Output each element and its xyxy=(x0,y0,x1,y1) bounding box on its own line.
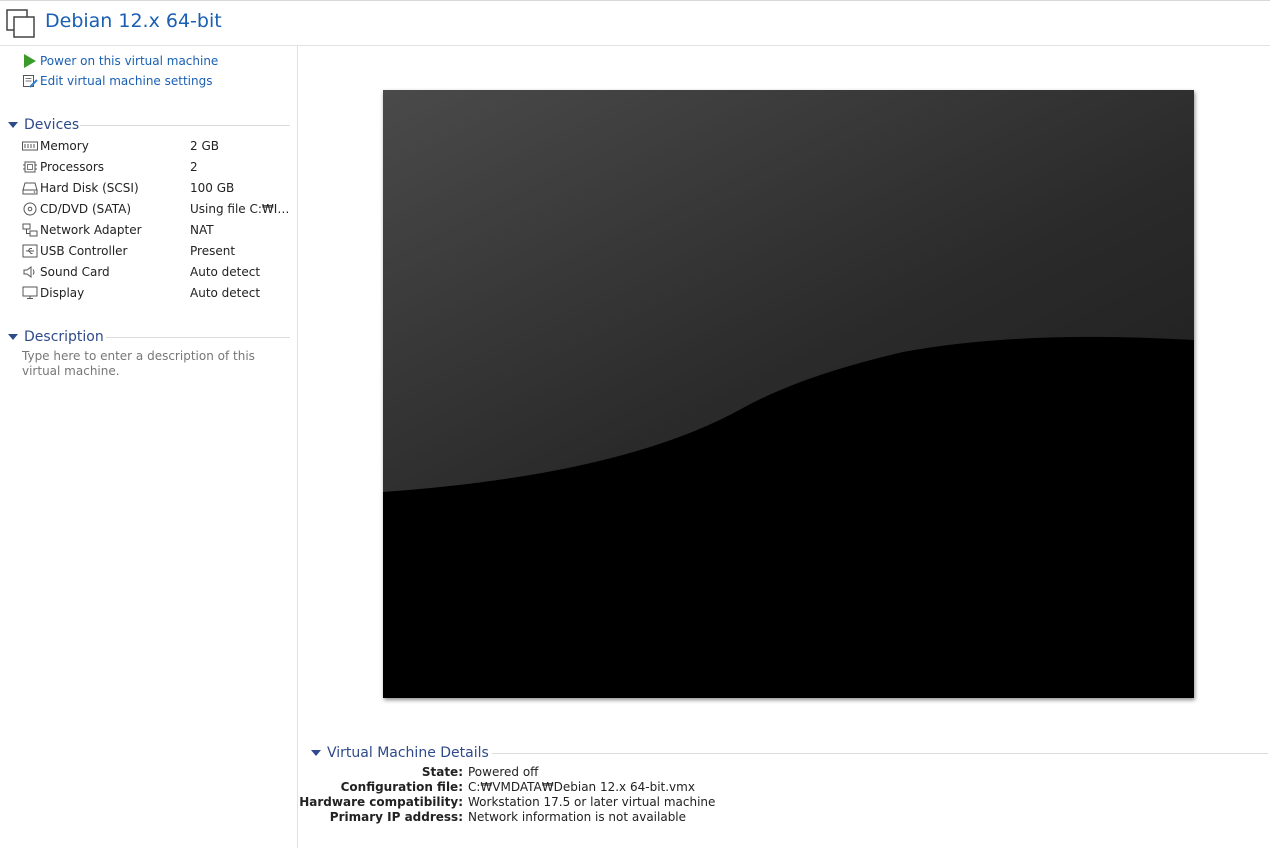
play-icon xyxy=(24,54,36,68)
vm-screen-graphic xyxy=(383,90,1194,698)
detail-value: Workstation 17.5 or later virtual machin… xyxy=(468,795,716,809)
details-divider xyxy=(492,753,1268,754)
device-row-hard-disk[interactable]: Hard Disk (SCSI) 100 GB xyxy=(22,178,292,198)
vm-title: Debian 12.x 64-bit xyxy=(45,10,222,32)
collapse-triangle-icon xyxy=(8,334,18,340)
monitor-icon xyxy=(22,286,38,299)
description-heading: Description xyxy=(24,329,104,345)
collapse-triangle-icon xyxy=(8,122,18,128)
device-row-network-adapter[interactable]: Network Adapter NAT xyxy=(22,220,292,240)
description-divider xyxy=(106,337,290,338)
device-name: USB Controller xyxy=(40,244,128,258)
edit-settings-icon xyxy=(23,75,38,88)
detail-row-config-file: Configuration file: C:₩VMDATA₩Debian 12.… xyxy=(0,780,1270,795)
details-section-toggle[interactable]: Virtual Machine Details xyxy=(311,745,489,761)
device-row-usb-controller[interactable]: USB Controller Present xyxy=(22,241,292,261)
detail-row-hardware-compat: Hardware compatibility: Workstation 17.5… xyxy=(0,795,1270,810)
detail-value: C:₩VMDATA₩Debian 12.x 64-bit.vmx xyxy=(468,780,695,794)
detail-value: Network information is not available xyxy=(468,810,687,824)
detail-row-primary-ip: Primary IP address: Network information … xyxy=(0,810,1270,825)
device-value: 100 GB xyxy=(190,181,235,195)
detail-key: Primary IP address: xyxy=(329,810,463,824)
processor-icon xyxy=(23,161,37,173)
device-row-processors[interactable]: Processors 2 xyxy=(22,157,292,177)
device-value: Using file C:₩IS... xyxy=(190,202,290,216)
device-value: NAT xyxy=(190,223,214,237)
details-heading: Virtual Machine Details xyxy=(327,745,489,761)
devices-section-toggle[interactable]: Devices xyxy=(8,117,79,133)
cd-dvd-icon xyxy=(23,202,37,216)
collapse-triangle-icon xyxy=(311,750,321,756)
device-name: Processors xyxy=(40,160,105,174)
vm-header: Debian 12.x 64-bit xyxy=(0,0,1270,46)
device-name: Memory xyxy=(40,139,89,153)
edit-settings-label: Edit virtual machine settings xyxy=(40,74,213,88)
network-icon xyxy=(22,223,38,237)
device-value: Auto detect xyxy=(190,286,261,300)
detail-row-state: State: Powered off xyxy=(0,765,1270,780)
vm-summary-page: Debian 12.x 64-bit Power on this virtual… xyxy=(0,0,1270,848)
device-name: CD/DVD (SATA) xyxy=(40,202,132,216)
speaker-icon xyxy=(23,266,35,278)
device-row-sound-card[interactable]: Sound Card Auto detect xyxy=(22,262,292,282)
device-row-display[interactable]: Display Auto detect xyxy=(22,283,292,303)
device-value: 2 xyxy=(190,160,198,174)
device-name: Hard Disk (SCSI) xyxy=(40,181,139,195)
description-section-toggle[interactable]: Description xyxy=(8,329,104,345)
edit-settings-link[interactable]: Edit virtual machine settings xyxy=(22,72,212,90)
description-input[interactable]: Type here to enter a description of this… xyxy=(22,349,282,379)
vm-screen-thumbnail[interactable] xyxy=(383,90,1194,698)
usb-icon xyxy=(22,244,38,258)
device-name: Sound Card xyxy=(40,265,110,279)
devices-divider xyxy=(80,125,290,126)
device-name: Network Adapter xyxy=(40,223,142,237)
device-value: Present xyxy=(190,244,236,258)
device-row-memory[interactable]: Memory 2 GB xyxy=(22,136,292,156)
detail-key: Hardware compatibility: xyxy=(299,795,463,809)
power-on-label: Power on this virtual machine xyxy=(40,54,219,68)
device-value: Auto detect xyxy=(190,265,261,279)
hard-disk-icon xyxy=(22,182,38,195)
detail-value: Powered off xyxy=(468,765,539,779)
devices-heading: Devices xyxy=(24,117,80,133)
device-row-cd-dvd[interactable]: CD/DVD (SATA) Using file C:₩IS... xyxy=(22,199,292,219)
detail-key: State: xyxy=(421,765,463,779)
device-value: 2 GB xyxy=(190,139,219,153)
virtual-machine-icon xyxy=(6,9,35,38)
detail-key: Configuration file: xyxy=(340,780,463,794)
left-panel: Power on this virtual machine Edit virtu… xyxy=(0,46,298,848)
memory-icon xyxy=(22,141,38,151)
power-on-link[interactable]: Power on this virtual machine xyxy=(22,52,218,70)
device-name: Display xyxy=(40,286,85,300)
